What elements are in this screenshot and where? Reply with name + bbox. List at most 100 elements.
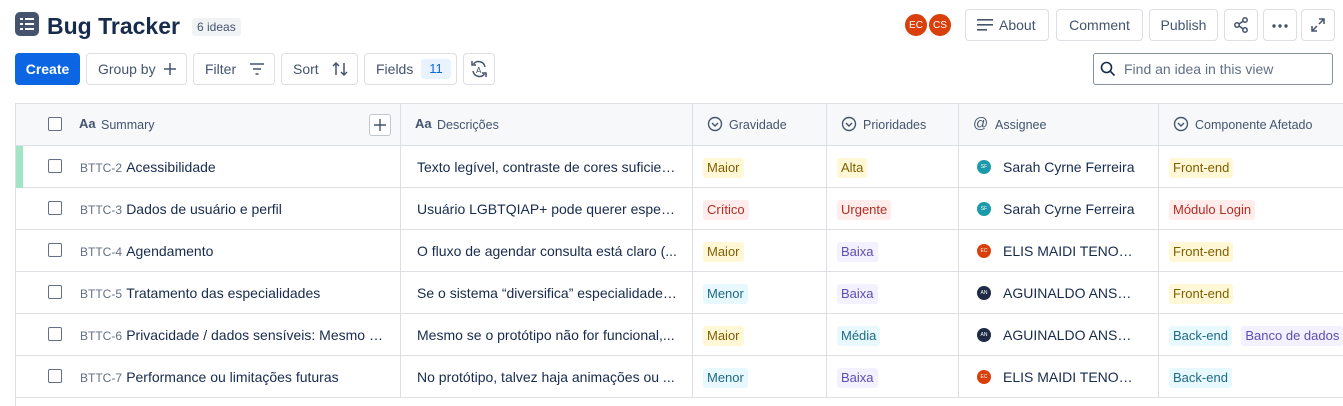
issue-key[interactable]: BTTC-6 xyxy=(80,329,122,343)
prioridade-lozenge[interactable]: Baixa xyxy=(837,242,878,262)
gravidade-cell[interactable]: Menor xyxy=(693,272,827,313)
description-cell[interactable]: No protótipo, talvez haja animações ou .… xyxy=(401,356,693,397)
column-header-descricoes[interactable]: Aa Descrições xyxy=(401,104,693,145)
summary-text[interactable]: Privacidade / dados sensíveis: Mesmo se.… xyxy=(126,327,386,343)
gravidade-cell[interactable]: Menor xyxy=(693,356,827,397)
assignee-cell[interactable]: AN AGUINALDO ANSEL... xyxy=(959,314,1159,355)
gravidade-lozenge[interactable]: Menor xyxy=(703,284,748,304)
gravidade-cell[interactable]: Maior xyxy=(693,146,827,187)
summary-text[interactable]: Performance ou limitações futuras xyxy=(126,369,386,385)
summary-cell[interactable]: BTTC-3 Dados de usuário e perfil xyxy=(16,188,401,229)
issue-key[interactable]: BTTC-2 xyxy=(80,161,122,175)
summary-text[interactable]: Acessibilidade xyxy=(126,159,386,175)
summary-cell[interactable]: BTTC-2 Acessibilidade xyxy=(16,146,401,187)
create-button[interactable]: Create xyxy=(15,53,80,85)
sort-button[interactable]: Sort xyxy=(281,53,358,85)
issue-key[interactable]: BTTC-5 xyxy=(80,287,122,301)
table-row[interactable]: BTTC-5 Tratamento das especialidades Se … xyxy=(16,272,1343,314)
column-header-summary[interactable]: Aa Summary xyxy=(16,104,401,145)
component-lozenge[interactable]: Banco de dados xyxy=(1241,326,1343,346)
prioridade-cell[interactable]: Média xyxy=(827,314,959,355)
row-checkbox[interactable] xyxy=(48,369,62,383)
gravidade-lozenge[interactable]: Maior xyxy=(703,242,744,262)
prioridade-cell[interactable]: Baixa xyxy=(827,272,959,313)
assignee-cell[interactable]: EC ELIS MAIDI TENORI... xyxy=(959,356,1159,397)
component-lozenge[interactable]: Back-end xyxy=(1169,326,1232,346)
avatar[interactable]: EC xyxy=(904,13,928,37)
summary-text[interactable]: Tratamento das especialidades xyxy=(126,285,386,301)
componente-cell[interactable]: Back-end Banco de dados xyxy=(1159,314,1343,355)
group-by-button[interactable]: Group by xyxy=(86,53,187,85)
fullscreen-button[interactable] xyxy=(1301,9,1335,41)
auto-sync-button[interactable]: A xyxy=(463,53,495,85)
column-header-assignee[interactable]: @ Assignee xyxy=(959,104,1159,145)
summary-cell[interactable]: BTTC-7 Performance ou limitações futuras xyxy=(16,356,401,397)
row-checkbox[interactable] xyxy=(48,201,62,215)
prioridade-lozenge[interactable]: Urgente xyxy=(837,200,892,220)
row-checkbox[interactable] xyxy=(48,243,62,257)
table-row[interactable]: BTTC-3 Dados de usuário e perfil Usuário… xyxy=(16,188,1343,230)
component-lozenge[interactable]: Front-end xyxy=(1169,242,1234,262)
gravidade-lozenge[interactable]: Crítico xyxy=(703,200,749,220)
componente-cell[interactable]: Front-end xyxy=(1159,146,1343,187)
componente-cell[interactable]: Front-end xyxy=(1159,230,1343,271)
table-row[interactable]: BTTC-2 Acessibilidade Texto legível, con… xyxy=(16,146,1343,188)
prioridade-cell[interactable]: Baixa xyxy=(827,230,959,271)
description-cell[interactable]: O fluxo de agendar consulta está claro (… xyxy=(401,230,693,271)
publish-button[interactable]: Publish xyxy=(1149,9,1218,41)
componente-cell[interactable]: Front-end xyxy=(1159,272,1343,313)
filter-button[interactable]: Filter xyxy=(193,53,275,85)
description-cell[interactable]: Se o sistema “diversifica” especialidade… xyxy=(401,272,693,313)
prioridade-lozenge[interactable]: Baixa xyxy=(837,368,878,388)
row-checkbox[interactable] xyxy=(48,159,62,173)
componente-cell[interactable]: Módulo Login xyxy=(1159,188,1343,229)
gravidade-lozenge[interactable]: Maior xyxy=(703,326,744,346)
search-input[interactable] xyxy=(1124,60,1324,78)
issue-key[interactable]: BTTC-3 xyxy=(80,203,122,217)
comment-button[interactable]: Comment xyxy=(1056,9,1143,41)
table-row[interactable]: BTTC-6 Privacidade / dados sensíveis: Me… xyxy=(16,314,1343,356)
assignee-cell[interactable]: EC ELIS MAIDI TENORI... xyxy=(959,230,1159,271)
select-all-checkbox[interactable] xyxy=(48,117,62,131)
assignee-cell[interactable]: SF Sarah Cyrne Ferreira xyxy=(959,146,1159,187)
component-lozenge[interactable]: Front-end xyxy=(1169,158,1234,178)
gravidade-cell[interactable]: Crítico xyxy=(693,188,827,229)
summary-text[interactable]: Agendamento xyxy=(126,243,386,259)
prioridade-cell[interactable]: Alta xyxy=(827,146,959,187)
description-cell[interactable]: Usuário LGBTQIAP+ pode querer especif... xyxy=(401,188,693,229)
summary-cell[interactable]: BTTC-4 Agendamento xyxy=(16,230,401,271)
avatar[interactable]: CS xyxy=(928,13,952,37)
column-header-gravidade[interactable]: Gravidade xyxy=(693,104,827,145)
componente-cell[interactable]: Back-end xyxy=(1159,356,1343,397)
row-checkbox[interactable] xyxy=(48,327,62,341)
prioridade-lozenge[interactable]: Baixa xyxy=(837,284,878,304)
issue-key[interactable]: BTTC-4 xyxy=(80,245,122,259)
prioridade-cell[interactable]: Urgente xyxy=(827,188,959,229)
more-actions-button[interactable] xyxy=(1263,9,1297,41)
assignee-cell[interactable]: AN AGUINALDO ANSEL... xyxy=(959,272,1159,313)
row-checkbox[interactable] xyxy=(48,285,62,299)
summary-cell[interactable]: BTTC-5 Tratamento das especialidades xyxy=(16,272,401,313)
summary-text[interactable]: Dados de usuário e perfil xyxy=(126,201,386,217)
component-lozenge[interactable]: Módulo Login xyxy=(1169,200,1256,220)
column-header-prioridades[interactable]: Prioridades xyxy=(827,104,959,145)
summary-cell[interactable]: BTTC-6 Privacidade / dados sensíveis: Me… xyxy=(16,314,401,355)
prioridade-lozenge[interactable]: Média xyxy=(837,326,881,346)
component-lozenge[interactable]: Back-end xyxy=(1169,368,1232,388)
issue-key[interactable]: BTTC-7 xyxy=(80,371,122,385)
fields-button[interactable]: Fields 11 xyxy=(364,53,457,85)
description-cell[interactable]: Texto legível, contraste de cores sufici… xyxy=(401,146,693,187)
prioridade-cell[interactable]: Baixa xyxy=(827,356,959,397)
column-header-componente[interactable]: Componente Afetado xyxy=(1159,104,1343,145)
add-field-button[interactable] xyxy=(369,114,391,136)
prioridade-lozenge[interactable]: Alta xyxy=(837,158,868,178)
gravidade-lozenge[interactable]: Maior xyxy=(703,158,744,178)
gravidade-cell[interactable]: Maior xyxy=(693,230,827,271)
table-row[interactable]: BTTC-4 Agendamento O fluxo de agendar co… xyxy=(16,230,1343,272)
description-cell[interactable]: Mesmo se o protótipo não for funcional,.… xyxy=(401,314,693,355)
share-button[interactable] xyxy=(1224,9,1258,41)
table-row[interactable]: BTTC-7 Performance ou limitações futuras… xyxy=(16,356,1343,398)
gravidade-cell[interactable]: Maior xyxy=(693,314,827,355)
gravidade-lozenge[interactable]: Menor xyxy=(703,368,748,388)
about-button[interactable]: About xyxy=(965,9,1049,41)
